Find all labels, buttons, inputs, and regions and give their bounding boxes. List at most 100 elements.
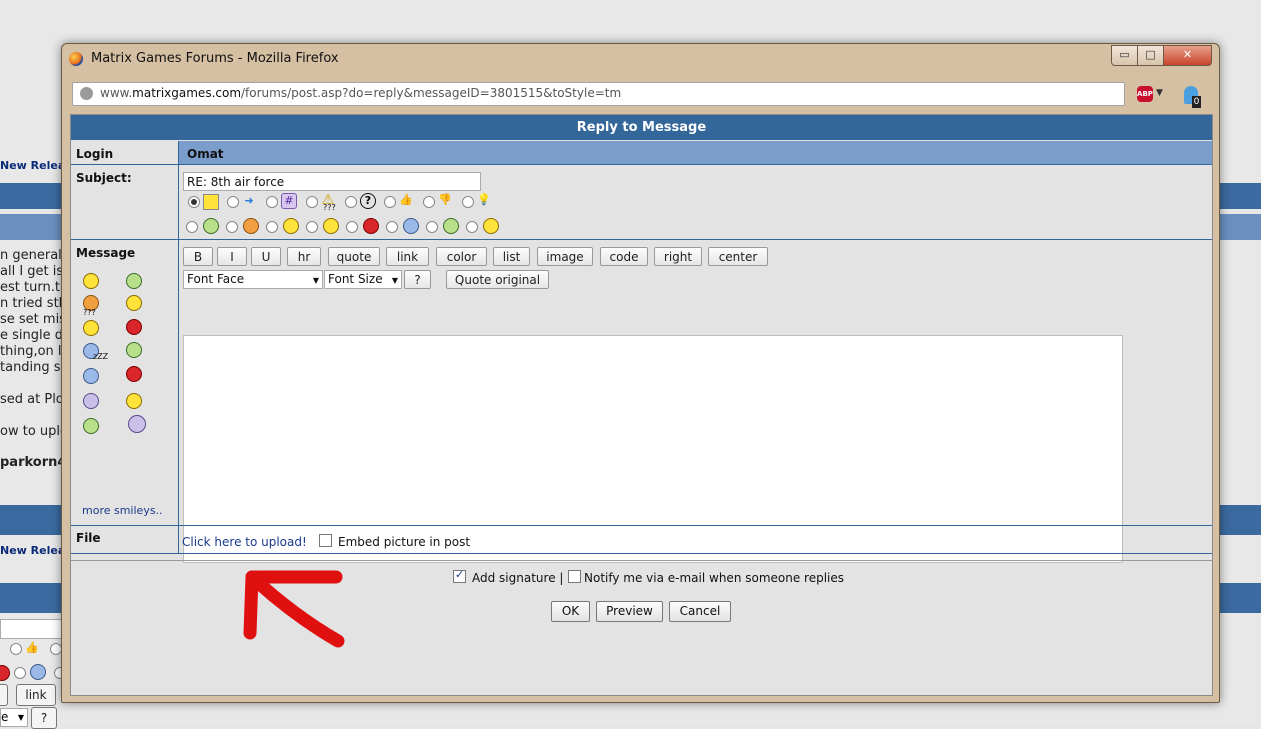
- login-label: Login: [76, 147, 114, 161]
- bg-post-line: n general: [0, 248, 62, 263]
- font-face-select[interactable]: Font Face ▼: [183, 270, 323, 289]
- notify-label: Notify me via e-mail when someone replie…: [584, 571, 845, 585]
- sleepy-smiley-icon[interactable]: [83, 368, 99, 384]
- icon-radio[interactable]: [345, 196, 357, 208]
- firefox-window: Matrix Games Forums - Mozilla Firefox ▭ …: [61, 43, 1220, 703]
- icon-radio[interactable]: [346, 221, 358, 233]
- icon-radio[interactable]: [226, 221, 238, 233]
- row-divider: [71, 553, 1212, 554]
- quote-original-button[interactable]: Quote original: [446, 270, 549, 289]
- font-face-value: Font Face: [187, 272, 245, 286]
- chevron-down-icon[interactable]: ▼: [1156, 88, 1163, 98]
- icon-radio[interactable]: [266, 221, 278, 233]
- icon-radio[interactable]: [227, 196, 239, 208]
- italic-button[interactable]: I: [217, 247, 247, 266]
- center-button[interactable]: center: [708, 247, 768, 266]
- icon-radio[interactable]: [384, 196, 396, 208]
- signature-checkbox[interactable]: [453, 568, 466, 583]
- close-button[interactable]: ✕: [1163, 45, 1212, 66]
- bg-post-line: se set mis: [0, 312, 66, 327]
- bg-link-button[interactable]: link: [16, 684, 56, 706]
- icon-radio[interactable]: [426, 221, 438, 233]
- confused-smiley-icon[interactable]: [83, 320, 99, 336]
- confused-smiley-icon: [323, 218, 339, 234]
- smile-smiley-icon: [283, 218, 299, 234]
- icon-radio[interactable]: [266, 196, 278, 208]
- bg-font-select[interactable]: e ▼: [0, 708, 28, 727]
- icon-radio[interactable]: [386, 221, 398, 233]
- hr-button[interactable]: hr: [287, 247, 321, 266]
- minimize-button[interactable]: ▭: [1111, 45, 1138, 66]
- url-text[interactable]: www.matrixgames.com/forums/post.asp?do=r…: [100, 86, 621, 100]
- preview-button[interactable]: Preview: [596, 601, 663, 622]
- grin-smiley-icon[interactable]: [126, 273, 142, 289]
- message-textarea[interactable]: [183, 335, 1123, 563]
- notify-checkbox[interactable]: [568, 570, 581, 583]
- angry-smiley-icon[interactable]: [0, 665, 10, 681]
- sad-smiley-icon[interactable]: [30, 664, 46, 680]
- dizzy-smiley-icon[interactable]: [83, 418, 99, 434]
- happy-smiley-icon[interactable]: [126, 342, 142, 358]
- code-button[interactable]: code: [600, 247, 648, 266]
- link-button[interactable]: link: [386, 247, 429, 266]
- subject-input[interactable]: RE: 8th air force: [183, 172, 481, 191]
- bot-smiley-icon[interactable]: [128, 415, 146, 433]
- upload-link[interactable]: Click here to upload!: [182, 535, 307, 549]
- thumbs-up-icon: 👍: [25, 641, 39, 654]
- subject-label: Subject:: [76, 171, 132, 185]
- right-align-button[interactable]: right: [654, 247, 702, 266]
- bg-radio[interactable]: [10, 643, 22, 655]
- icon-radio[interactable]: [466, 221, 478, 233]
- icon-radio[interactable]: [423, 196, 435, 208]
- bg-subject-input[interactable]: [0, 619, 63, 639]
- thinking-smiley-icon[interactable]: [126, 393, 142, 409]
- bg-post-line: tanding su: [0, 360, 69, 375]
- angry-smiley-icon[interactable]: [126, 319, 142, 335]
- maximize-button[interactable]: □: [1137, 45, 1164, 66]
- smile-smiley-icon: [483, 218, 499, 234]
- firefox-icon: [69, 52, 83, 66]
- icon-radio[interactable]: [462, 196, 474, 208]
- title-bar[interactable]: Matrix Games Forums - Mozilla Firefox ▭ …: [62, 44, 1219, 74]
- mad-smiley-icon[interactable]: [126, 366, 142, 382]
- url-path: /forums/post.asp?do=reply&messageID=3801…: [241, 86, 622, 100]
- image-button[interactable]: image: [537, 247, 593, 266]
- annotation-arrow-icon: [243, 570, 345, 648]
- form-header: Reply to Message: [71, 115, 1212, 140]
- icon-radio[interactable]: [306, 196, 318, 208]
- adblock-icon[interactable]: ABP: [1137, 86, 1153, 102]
- url-bar[interactable]: www.matrixgames.com/forums/post.asp?do=r…: [72, 82, 1125, 106]
- login-value-cell: [179, 141, 1212, 164]
- arrow-right-icon: ➜: [244, 194, 254, 207]
- icon-radio[interactable]: [306, 221, 318, 233]
- wink-smiley-icon[interactable]: [126, 295, 142, 311]
- ok-button[interactable]: OK: [551, 601, 590, 622]
- list-button[interactable]: list: [493, 247, 530, 266]
- font-size-value: Font Size: [328, 272, 383, 286]
- row-divider: [71, 560, 1212, 561]
- bg-toolbar-button[interactable]: [0, 684, 8, 706]
- quote-button[interactable]: quote: [328, 247, 380, 266]
- bold-button[interactable]: B: [183, 247, 213, 266]
- more-smileys-link[interactable]: more smileys..: [82, 504, 163, 517]
- bg-post-line: all I get is: [0, 264, 64, 279]
- help-button[interactable]: ?: [404, 270, 431, 289]
- bg-post-line: est turn.tu: [0, 280, 69, 295]
- row-divider: [71, 525, 1212, 526]
- font-size-select[interactable]: Font Size ▼: [324, 270, 402, 289]
- icon-radio-selected[interactable]: [188, 196, 200, 208]
- cancel-button[interactable]: Cancel: [669, 601, 731, 622]
- color-button[interactable]: color: [436, 247, 487, 266]
- file-label: File: [76, 531, 101, 545]
- question-icon: ?: [360, 193, 376, 209]
- icon-radio[interactable]: [186, 221, 198, 233]
- sad-smiley-icon: [403, 218, 419, 234]
- embed-checkbox[interactable]: [319, 534, 332, 547]
- underline-button[interactable]: U: [251, 247, 281, 266]
- grin-smiley-icon: [203, 218, 219, 234]
- cool-smiley-icon: [243, 218, 259, 234]
- smile-smiley-icon[interactable]: [83, 273, 99, 289]
- bg-radio[interactable]: [14, 667, 26, 679]
- bg-post-line: ow to uplo: [0, 424, 68, 439]
- shocked-smiley-icon[interactable]: [83, 393, 99, 409]
